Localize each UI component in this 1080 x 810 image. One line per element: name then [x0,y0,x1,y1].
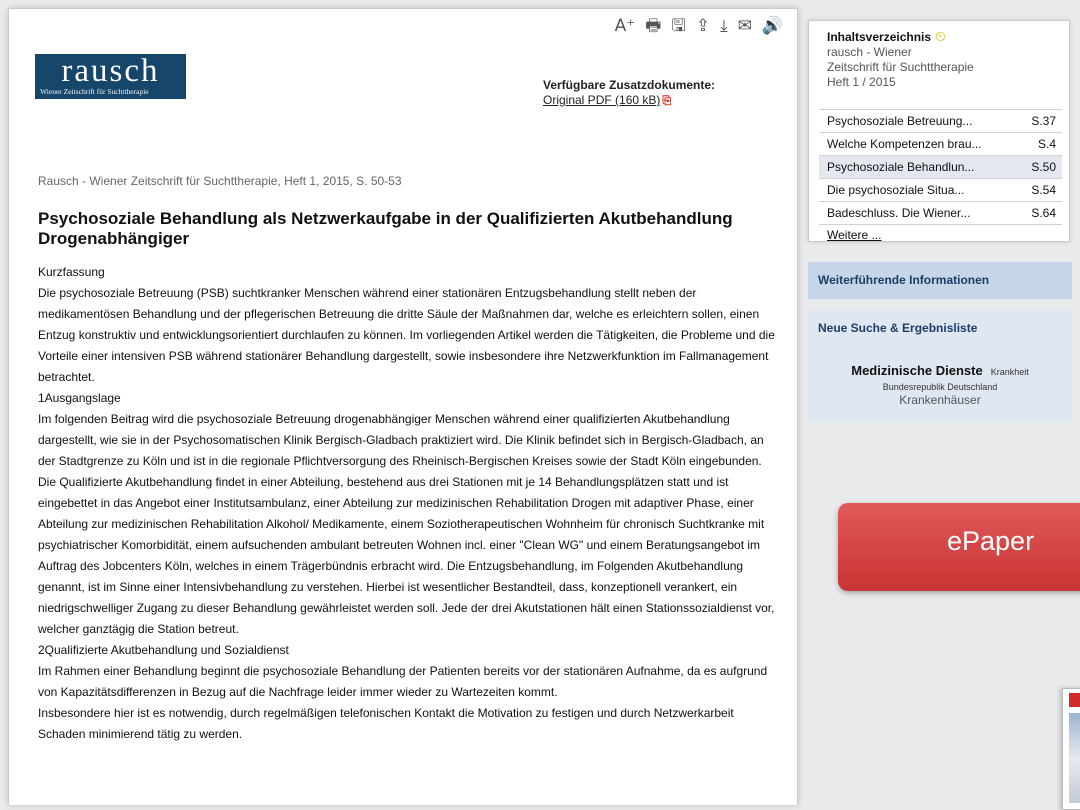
tag-link[interactable]: Medizinische Dienste [851,363,982,378]
toc-item[interactable]: Welche Kompetenzen brau... S.4 [819,132,1062,155]
body-paragraph: Im Rahmen einer Behandlung beginnt die p… [38,664,768,699]
toc-item[interactable]: Psychosoziale Betreuung... S.37 [819,109,1062,132]
search-panel: Neue Suche & Ergebnisliste Medizinische … [808,310,1072,422]
epaper-button[interactable]: ePaper [838,503,1080,591]
article-panel: A⁺ 🖶 🖫 ⇪ ⤓ ✉ 🔊 rausch Wiener Zeitschrift… [8,8,798,805]
article-body: Kurzfassung Die psychosoziale Betreuung … [38,262,778,745]
article-citation: Rausch - Wiener Zeitschrift für Suchtthe… [38,174,402,188]
mail-icon[interactable]: ✉ [738,15,752,37]
tag-link[interactable]: Krankenhäuser [808,393,1072,407]
print-icon[interactable]: 🖶 [645,15,661,37]
toc-more-link[interactable]: Weitere ... [819,224,1062,245]
body-paragraph: Im folgenden Beitrag wird die psychosozi… [38,412,775,636]
toc-issue: Heft 1 / 2015 [827,75,896,89]
body-paragraph: Insbesondere hier ist es notwendig, durc… [38,706,734,741]
upload-icon[interactable]: ⇪ [696,15,710,37]
toc-item[interactable]: Badeschluss. Die Wiener... S.64 [819,201,1062,224]
magazine-cover-thumbnail[interactable] [1062,688,1080,810]
clock-icon[interactable]: ⏲ [935,29,946,45]
toc-item[interactable]: Die psychosoziale Situa... S.54 [819,178,1062,201]
section-heading-2: 2Qualifizierte Akutbehandlung und Sozial… [38,643,289,657]
section-heading-1: 1Ausgangslage [38,391,121,405]
logo-title: rausch [61,53,160,89]
section-heading-abstract: Kurzfassung [38,265,105,279]
tag-link[interactable]: Bundesrepublik Deutschland [808,382,1072,392]
tag-link[interactable]: Krankheit [991,367,1029,377]
toc-source-2: Zeitschrift für Suchttherapie [827,60,974,74]
new-search-link[interactable]: Neue Suche & Ergebnisliste [808,310,1072,335]
toc-heading: Inhaltsverzeichnis [827,30,932,44]
logo-subtitle: Wiener Zeitschrift für Suchttherapie [40,87,149,96]
article-title: Psychosoziale Behandlung als Netzwerkauf… [38,209,733,248]
table-of-contents: Inhaltsverzeichnis ⏲ rausch - Wiener Zeit… [808,20,1070,242]
additional-documents-heading: Verfügbare Zusatzdokumente: [543,78,716,92]
original-pdf-link[interactable]: Original PDF (160 kB) [543,93,660,107]
toolbar: A⁺ 🖶 🖫 ⇪ ⤓ ✉ 🔊 [615,15,783,37]
epaper-tail [1075,585,1080,611]
save-icon[interactable]: 🖫 [671,15,685,37]
font-size-icon[interactable]: A⁺ [615,15,636,37]
pdf-icon: ⎘ [662,95,672,107]
toc-item-active[interactable]: Psychosoziale Behandlun... S.50 [819,155,1062,178]
abstract-paragraph: Die psychosoziale Betreuung (PSB) suchtk… [38,286,775,384]
additional-documents: Verfügbare Zusatzdokumente: Original PDF… [543,78,715,109]
rausch-logo: rausch Wiener Zeitschrift für Suchtthera… [35,54,186,99]
speaker-icon[interactable]: 🔊 [762,15,783,37]
tag-cloud: Medizinische Dienste Krankheit Bundesrepu… [808,362,1072,407]
toc-source: rausch - Wiener [827,45,912,59]
download-icon[interactable]: ⤓ [720,15,728,37]
further-information-header[interactable]: Weiterführende Informationen [808,262,1072,299]
